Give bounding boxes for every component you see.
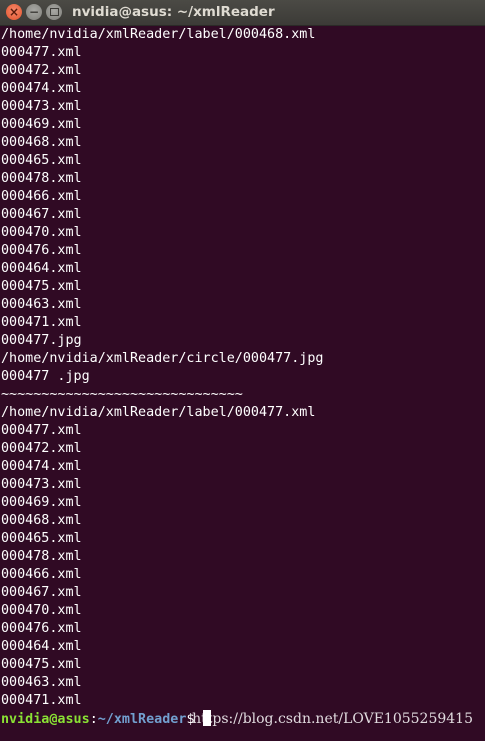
output-line: 000477.xml	[1, 423, 82, 438]
output-line: ~~~~~~~~~~~~~~~~~~~~~~~~~~~~~~	[1, 387, 243, 402]
output-line: 000463.xml	[1, 297, 82, 312]
output-line: 000477 .jpg	[1, 369, 90, 384]
output-line: 000474.xml	[1, 81, 82, 96]
watermark: https://blog.csdn.net/LOVE1055259415	[192, 711, 473, 727]
minimize-button[interactable]: −	[26, 4, 42, 20]
output-line: 000463.xml	[1, 675, 82, 690]
output-line: 000478.xml	[1, 549, 82, 564]
window-title: nvidia@asus: ~/xmlReader	[72, 4, 275, 20]
output-line: 000476.xml	[1, 243, 82, 258]
output-line: 000467.xml	[1, 207, 82, 222]
title-bar[interactable]: × − nvidia@asus: ~/xmlReader	[0, 0, 485, 26]
output-line: 000466.xml	[1, 567, 82, 582]
output-line: 000475.xml	[1, 657, 82, 672]
output-line: 000466.xml	[1, 189, 82, 204]
output-line: 000465.xml	[1, 153, 82, 168]
output-line: 000469.xml	[1, 117, 82, 132]
output-line: 000472.xml	[1, 441, 82, 456]
output-line: /home/nvidia/xmlReader/label/000477.xml	[1, 405, 316, 420]
output-line: 000468.xml	[1, 135, 82, 150]
maximize-icon	[49, 8, 59, 16]
prompt-separator: :	[89, 712, 98, 727]
output-line: /home/nvidia/xmlReader/circle/000477.jpg	[1, 351, 324, 366]
prompt-path: ~/xmlReader	[97, 712, 187, 727]
output-line: 000473.xml	[1, 477, 82, 492]
output-line: 000476.xml	[1, 621, 82, 636]
output-line: 000470.xml	[1, 225, 82, 240]
output-line: 000475.xml	[1, 279, 82, 294]
output-line: 000470.xml	[1, 603, 82, 618]
close-icon: ×	[8, 5, 20, 19]
output-line: 000464.xml	[1, 639, 82, 654]
output-line: 000464.xml	[1, 261, 82, 276]
output-line: 000473.xml	[1, 99, 82, 114]
output-line: 000477.xml	[1, 45, 82, 60]
output-line: 000477.jpg	[1, 333, 82, 348]
output-line: 000465.xml	[1, 531, 82, 546]
output-line: 000471.xml	[1, 693, 82, 708]
output-line: 000471.xml	[1, 315, 82, 330]
output-line: 000467.xml	[1, 585, 82, 600]
output-line: /home/nvidia/xmlReader/label/000468.xml	[1, 27, 316, 42]
terminal-output[interactable]: /home/nvidia/xmlReader/label/000468.xml 0…	[1, 26, 485, 741]
minimize-icon: −	[28, 5, 40, 19]
output-line: 000468.xml	[1, 513, 82, 528]
output-line: 000469.xml	[1, 495, 82, 510]
terminal-window: × − nvidia@asus: ~/xmlReader /home/nvidi…	[0, 0, 485, 741]
output-line: 000472.xml	[1, 63, 82, 78]
output-line: 000478.xml	[1, 171, 82, 186]
close-button[interactable]: ×	[6, 4, 22, 20]
prompt-user-host: nvidia@asus	[1, 712, 90, 727]
maximize-button[interactable]	[46, 4, 62, 20]
output-line: 000474.xml	[1, 459, 82, 474]
